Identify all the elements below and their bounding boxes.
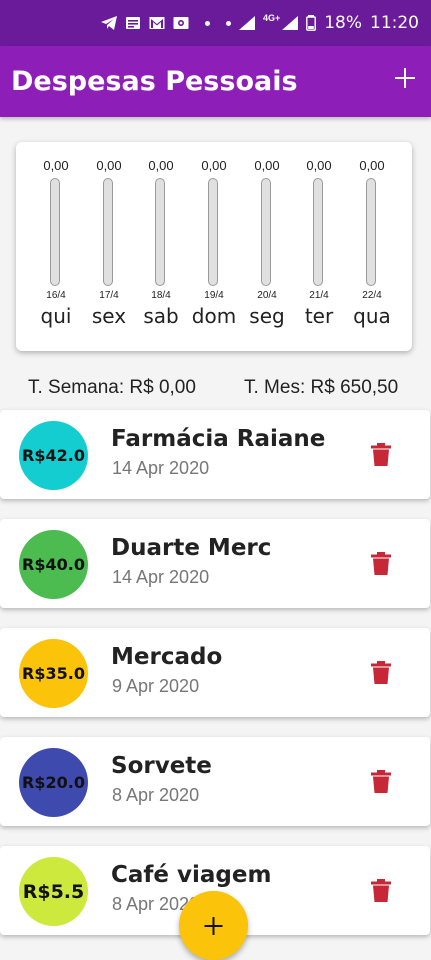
chart-day-label: qua xyxy=(353,304,391,328)
chart-date-label: 21/4 xyxy=(309,290,329,301)
add-transaction-fab[interactable] xyxy=(179,891,248,960)
chart-bar-track xyxy=(313,178,323,286)
chart-day-column: 0,00 19/4 dom xyxy=(189,142,239,351)
network-type-label: 4G+ xyxy=(262,13,281,23)
chart-value-label: 0,00 xyxy=(201,158,227,173)
delete-button[interactable] xyxy=(371,661,391,684)
trash-icon xyxy=(371,770,391,793)
status-bar: 4G+ 18% 11:20 xyxy=(0,0,431,46)
chart-day-label: qui xyxy=(40,304,72,328)
message-icon xyxy=(125,17,140,29)
chart-day-column: 0,00 16/4 qui xyxy=(31,142,81,351)
dot-icon xyxy=(225,20,231,26)
chart-day-column: 0,00 20/4 seg xyxy=(242,142,292,351)
transaction-title: Sorvete xyxy=(111,753,212,779)
transaction-date: 14 Apr 2020 xyxy=(112,458,210,478)
delete-button[interactable] xyxy=(371,552,391,575)
chart-bar-track xyxy=(261,178,271,286)
chart-day-column: 0,00 21/4 ter xyxy=(294,142,344,351)
chart-date-label: 16/4 xyxy=(46,290,66,301)
page-title: Despesas Pessoais xyxy=(11,66,298,97)
transaction-date: 14 Apr 2020 xyxy=(112,567,210,587)
amount-avatar: R$5.5 xyxy=(19,857,88,926)
plus-icon xyxy=(395,68,415,88)
chart-value-label: 0,00 xyxy=(148,158,174,173)
chart-date-label: 19/4 xyxy=(204,290,224,301)
chart-value-label: 0,00 xyxy=(359,158,385,173)
delete-button[interactable] xyxy=(371,770,391,793)
clock: 11:20 xyxy=(370,13,419,33)
week-total: T. Semana: R$ 0,00 xyxy=(28,377,196,398)
trash-icon xyxy=(371,552,391,575)
chart-day-label: sex xyxy=(91,304,127,328)
month-total: T. Mes: R$ 650,50 xyxy=(244,377,399,398)
amount-avatar: R$40.0 xyxy=(19,530,88,599)
transaction-date: 8 Apr 2020 xyxy=(112,785,200,805)
amount-avatar: R$42.0 xyxy=(19,421,88,490)
chart-bar-track xyxy=(103,178,113,286)
chart-day-column: 0,00 22/4 qua xyxy=(347,142,397,351)
chart-bar-track xyxy=(208,178,218,286)
signal-icon xyxy=(282,16,299,30)
chart-value-label: 0,00 xyxy=(96,158,122,173)
transaction-date: 9 Apr 2020 xyxy=(112,676,200,696)
delete-button[interactable] xyxy=(371,879,391,902)
trash-icon xyxy=(371,443,391,466)
chart-day-label: dom xyxy=(191,304,237,328)
list-item[interactable]: R$20.0 Sorvete 8 Apr 2020 xyxy=(0,737,430,826)
app-bar: Despesas Pessoais xyxy=(0,46,431,117)
transaction-title: Duarte Merc xyxy=(111,535,272,561)
amount-avatar: R$35.0 xyxy=(19,639,88,708)
signal-icon xyxy=(238,16,255,30)
trash-icon xyxy=(371,879,391,902)
chart-day-label: seg xyxy=(249,304,285,328)
chart-bar-track xyxy=(50,178,60,286)
list-item[interactable]: R$40.0 Duarte Merc 14 Apr 2020 xyxy=(0,519,430,608)
chart-day-column: 0,00 17/4 sex xyxy=(84,142,134,351)
list-item[interactable]: R$35.0 Mercado 9 Apr 2020 xyxy=(0,628,430,717)
trash-icon xyxy=(371,661,391,684)
chart-value-label: 0,00 xyxy=(306,158,332,173)
chart-date-label: 18/4 xyxy=(151,290,171,301)
telegram-icon xyxy=(100,16,117,30)
dot-icon xyxy=(204,20,210,26)
chart-date-label: 17/4 xyxy=(99,290,119,301)
amount-avatar: R$20.0 xyxy=(19,748,88,817)
gmail-icon xyxy=(149,17,165,29)
transaction-title: Café viagem xyxy=(111,862,272,888)
add-expense-button[interactable] xyxy=(393,66,417,90)
chart-date-label: 20/4 xyxy=(257,290,277,301)
list-item[interactable]: R$42.0 Farmácia Raiane 14 Apr 2020 xyxy=(0,410,430,499)
photo-icon xyxy=(173,17,189,29)
delete-button[interactable] xyxy=(371,443,391,466)
chart-bar-track xyxy=(155,178,165,286)
chart-day-label: sab xyxy=(143,304,179,328)
chart-value-label: 0,00 xyxy=(43,158,69,173)
battery-icon xyxy=(306,15,317,31)
weekly-chart: 0,00 16/4 qui 0,00 17/4 sex 0,00 18/4 sa… xyxy=(16,142,412,351)
chart-day-label: ter xyxy=(304,304,334,328)
chart-value-label: 0,00 xyxy=(254,158,280,173)
chart-date-label: 22/4 xyxy=(362,290,382,301)
chart-bar-track xyxy=(366,178,376,286)
transaction-title: Farmácia Raiane xyxy=(111,426,326,452)
transaction-title: Mercado xyxy=(111,644,223,670)
chart-day-column: 0,00 18/4 sab xyxy=(136,142,186,351)
battery-percentage: 18% xyxy=(324,13,362,33)
